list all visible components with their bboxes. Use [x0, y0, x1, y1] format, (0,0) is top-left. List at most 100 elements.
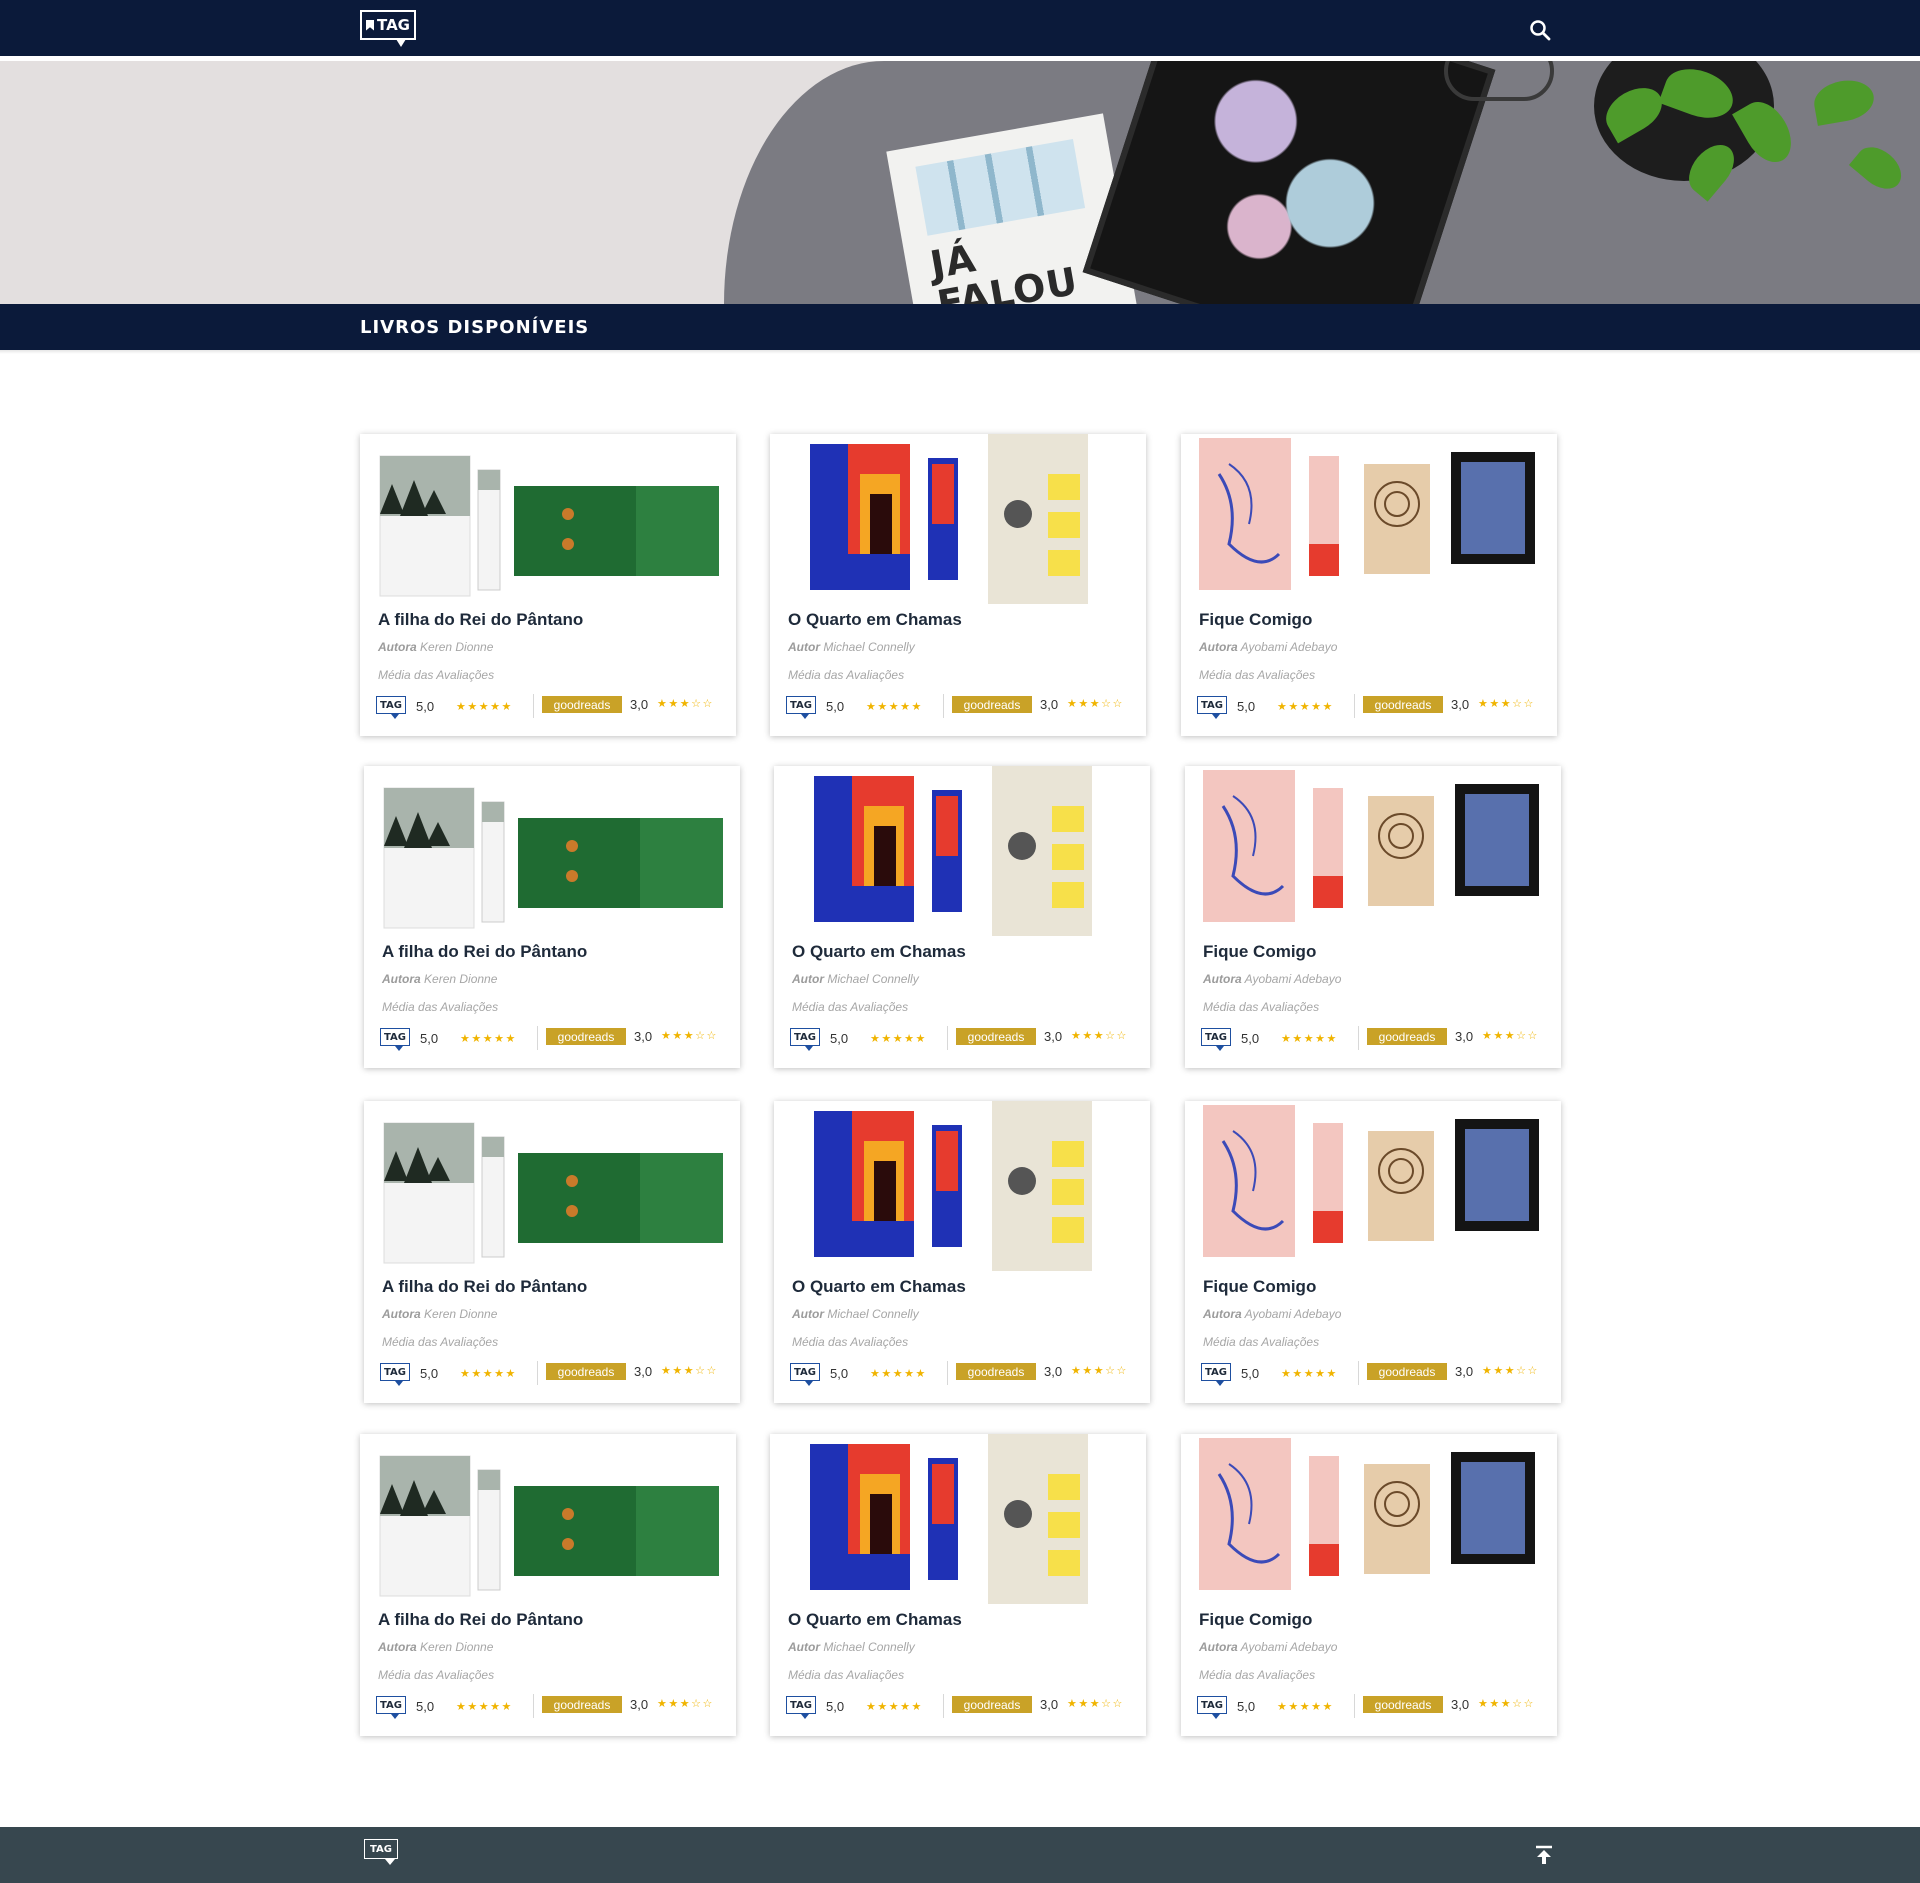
book-title[interactable]: O Quarto em Chamas [792, 942, 966, 962]
tag-logo[interactable]: TAG [360, 10, 416, 47]
goodreads-badge: goodreads [1363, 696, 1443, 713]
avg-ratings-label: Média das Avaliações [1199, 668, 1316, 682]
book-image[interactable] [782, 766, 1142, 941]
book-image[interactable] [372, 1101, 732, 1276]
book-kit-image [810, 434, 1088, 604]
author-label: Autora [1199, 1640, 1238, 1654]
book-kit-image [383, 1122, 723, 1264]
tag-score: 5,0 [826, 1699, 845, 1714]
ratings-row: TAG 5,0 ★★★★★ goodreads 3,0 ★★★☆☆ [380, 1026, 730, 1052]
book-card[interactable]: O Quarto em Chamas Autor Michael Connell… [774, 1101, 1150, 1403]
goodreads-badge: goodreads [1367, 1028, 1447, 1045]
book-title[interactable]: A filha do Rei do Pântano [378, 1610, 583, 1630]
book-author: Autor Michael Connelly [788, 1640, 915, 1654]
book-author: Autor Michael Connelly [788, 640, 915, 654]
avg-ratings-label: Média das Avaliações [788, 1668, 905, 1682]
tag-score: 5,0 [416, 699, 435, 714]
book-kit-image [814, 1101, 1092, 1271]
book-card[interactable]: A filha do Rei do Pântano Autora Keren D… [364, 766, 740, 1068]
book-image[interactable] [1189, 434, 1549, 609]
book-card[interactable]: A filha do Rei do Pântano Autora Keren D… [360, 1434, 736, 1736]
ratings-row: TAG 5,0 ★★★★★ goodreads 3,0 ★★★☆☆ [790, 1361, 1140, 1387]
tag-rating-logo: TAG [790, 1363, 820, 1386]
book-card[interactable]: O Quarto em Chamas Autor Michael Connell… [770, 434, 1146, 736]
tag-stars: ★★★★★ [1277, 1701, 1334, 1713]
book-image[interactable] [368, 434, 728, 609]
book-image[interactable] [1189, 1434, 1549, 1609]
book-card[interactable]: Fique Comigo Autora Ayobami Adebayo Médi… [1181, 1434, 1557, 1736]
goodreads-stars: ★★★☆☆ [1482, 1030, 1539, 1042]
book-image[interactable] [782, 1101, 1142, 1276]
goodreads-score: 3,0 [1044, 1029, 1063, 1044]
tag-stars: ★★★★★ [456, 1701, 513, 1713]
tag-score: 5,0 [1237, 699, 1256, 714]
logo-text: TAG [377, 16, 410, 34]
author-label: Autora [382, 972, 421, 986]
avg-ratings-label: Média das Avaliações [382, 1335, 499, 1349]
author-label: Autora [378, 1640, 417, 1654]
book-author: Autor Michael Connelly [792, 1307, 919, 1321]
book-title[interactable]: Fique Comigo [1203, 942, 1316, 962]
book-title[interactable]: O Quarto em Chamas [788, 610, 962, 630]
book-title[interactable]: A filha do Rei do Pântano [382, 1277, 587, 1297]
goodreads-score: 3,0 [1040, 1697, 1059, 1712]
goodreads-stars: ★★★☆☆ [1482, 1365, 1539, 1377]
goodreads-score: 3,0 [630, 697, 649, 712]
ratings-row: TAG 5,0 ★★★★★ goodreads 3,0 ★★★☆☆ [790, 1026, 1140, 1052]
book-card[interactable]: O Quarto em Chamas Autor Michael Connell… [770, 1434, 1146, 1736]
book-title[interactable]: O Quarto em Chamas [792, 1277, 966, 1297]
book-kit-image [814, 766, 1092, 936]
book-card[interactable]: A filha do Rei do Pântano Autora Keren D… [364, 1101, 740, 1403]
book-title[interactable]: O Quarto em Chamas [788, 1610, 962, 1630]
book-image[interactable] [1193, 766, 1553, 941]
book-card[interactable]: Fique Comigo Autora Ayobami Adebayo Médi… [1185, 1101, 1561, 1403]
book-kit-image [379, 455, 719, 597]
book-title[interactable]: Fique Comigo [1199, 610, 1312, 630]
hero-banner: JÁ FALOU QUE AMA [0, 61, 1920, 304]
tag-stars: ★★★★★ [1281, 1033, 1338, 1045]
book-card[interactable]: Fique Comigo Autora Ayobami Adebayo Médi… [1181, 434, 1557, 736]
goodreads-stars: ★★★☆☆ [1067, 1698, 1124, 1710]
goodreads-score: 3,0 [1455, 1029, 1474, 1044]
book-title[interactable]: A filha do Rei do Pântano [378, 610, 583, 630]
tag-score: 5,0 [830, 1031, 849, 1046]
goodreads-badge: goodreads [956, 1028, 1036, 1045]
author-name: Ayobami Adebayo [1244, 972, 1342, 986]
tag-stars: ★★★★★ [870, 1368, 927, 1380]
hero-book [1082, 61, 1496, 304]
book-image[interactable] [372, 766, 732, 941]
book-card[interactable]: A filha do Rei do Pântano Autora Keren D… [360, 434, 736, 736]
goodreads-score: 3,0 [630, 1697, 649, 1712]
book-image[interactable] [1193, 1101, 1553, 1276]
book-author: Autora Keren Dionne [378, 640, 493, 654]
book-image[interactable] [778, 1434, 1138, 1609]
book-image[interactable] [368, 1434, 728, 1609]
search-icon[interactable] [1528, 18, 1552, 42]
author-label: Autora [1203, 1307, 1242, 1321]
goodreads-score: 3,0 [1451, 697, 1470, 712]
book-author: Autora Keren Dionne [382, 1307, 497, 1321]
avg-ratings-label: Média das Avaliações [1199, 1668, 1316, 1682]
arrow-up-to-top-icon[interactable] [1534, 1845, 1554, 1865]
hero-glasses [1444, 61, 1554, 101]
author-name: Keren Dionne [420, 1640, 494, 1654]
author-label: Autor [792, 972, 824, 986]
book-image[interactable] [778, 434, 1138, 609]
book-title[interactable]: Fique Comigo [1199, 1610, 1312, 1630]
book-title[interactable]: A filha do Rei do Pântano [382, 942, 587, 962]
ratings-row: TAG 5,0 ★★★★★ goodreads 3,0 ★★★☆☆ [380, 1361, 730, 1387]
goodreads-badge: goodreads [956, 1363, 1036, 1380]
footer: TAG [0, 1827, 1920, 1883]
author-name: Michael Connelly [823, 640, 915, 654]
book-card[interactable]: O Quarto em Chamas Autor Michael Connell… [774, 766, 1150, 1068]
book-kit-image [810, 1434, 1088, 1604]
book-author: Autora Ayobami Adebayo [1199, 1640, 1337, 1654]
author-name: Michael Connelly [827, 972, 919, 986]
tag-stars: ★★★★★ [456, 701, 513, 713]
tag-stars: ★★★★★ [866, 1701, 923, 1713]
book-title[interactable]: Fique Comigo [1203, 1277, 1316, 1297]
tag-stars: ★★★★★ [866, 701, 923, 713]
tag-rating-logo: TAG [376, 1696, 406, 1719]
footer-tag-logo[interactable]: TAG [364, 1839, 398, 1865]
book-card[interactable]: Fique Comigo Autora Ayobami Adebayo Médi… [1185, 766, 1561, 1068]
